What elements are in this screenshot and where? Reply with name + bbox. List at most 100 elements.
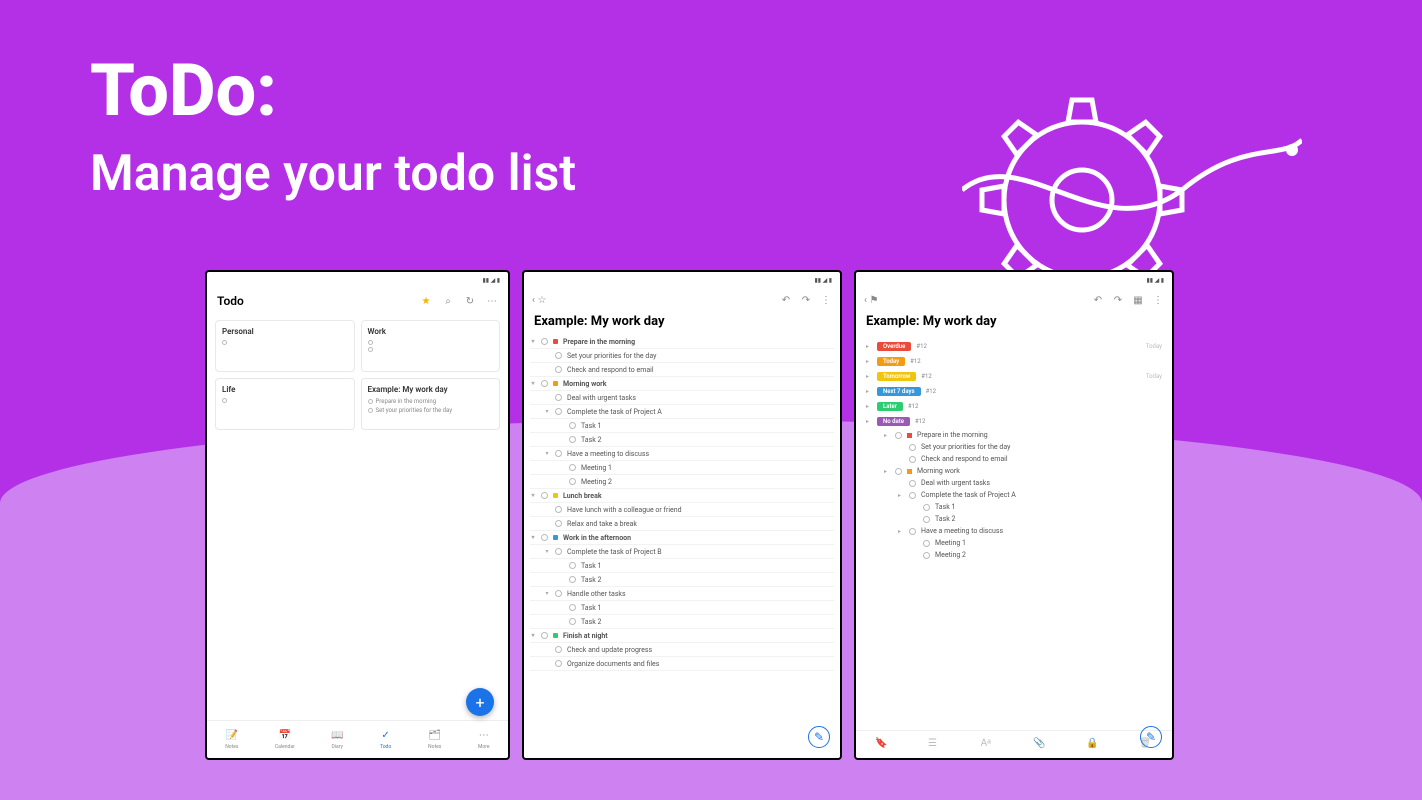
checkbox[interactable]	[555, 450, 562, 457]
back-icon[interactable]: ‹ ⚑	[864, 295, 878, 306]
todo-card[interactable]: Example: My work dayPrepare in the morni…	[361, 378, 501, 430]
task-row[interactable]: Task 2	[530, 573, 834, 587]
chevron-icon[interactable]: ▾	[544, 590, 550, 597]
priority-group[interactable]: ▸Next 7 days#12	[866, 384, 1162, 399]
checkbox[interactable]	[909, 444, 916, 451]
checkbox[interactable]	[923, 552, 930, 559]
search-icon[interactable]: ⌕	[442, 295, 454, 307]
task-row[interactable]: ▾Prepare in the morning	[530, 335, 834, 349]
task-row[interactable]: ▾Lunch break	[530, 489, 834, 503]
task-row[interactable]: ▾Work in the afternoon	[530, 531, 834, 545]
chevron-icon[interactable]: ▸	[866, 418, 872, 425]
redo-icon[interactable]: ↷	[1112, 294, 1124, 306]
checkbox[interactable]	[909, 480, 916, 487]
more-icon[interactable]: ⋯	[486, 295, 498, 307]
task-row[interactable]: Meeting 2	[866, 549, 1162, 561]
checkbox[interactable]	[555, 660, 562, 667]
task-row[interactable]: ▾Handle other tasks	[530, 587, 834, 601]
priority-group[interactable]: ▸No date#12	[866, 414, 1162, 429]
chevron-icon[interactable]: ▾	[544, 408, 550, 415]
task-row[interactable]: Task 1	[866, 501, 1162, 513]
chevron-icon[interactable]: ▸	[866, 343, 872, 350]
add-task-fab[interactable]: ✎	[808, 726, 830, 748]
checkbox[interactable]	[555, 394, 562, 401]
task-row[interactable]: Check and respond to email	[530, 363, 834, 377]
task-row[interactable]: Relax and take a break	[530, 517, 834, 531]
chevron-icon[interactable]: ▾	[530, 632, 536, 639]
checkbox[interactable]	[555, 548, 562, 555]
task-row[interactable]: ▾Complete the task of Project A	[530, 405, 834, 419]
task-row[interactable]: ▸Complete the task of Project A	[866, 489, 1162, 501]
nav-item[interactable]: 📅Calendar	[275, 730, 295, 750]
checkbox[interactable]	[555, 408, 562, 415]
priority-group[interactable]: ▸Today#12	[866, 354, 1162, 369]
task-row[interactable]: Meeting 1	[530, 461, 834, 475]
task-row[interactable]: ▾Finish at night	[530, 629, 834, 643]
checkbox[interactable]	[909, 492, 916, 499]
lock-icon[interactable]: 🔒	[1086, 738, 1100, 752]
checkbox[interactable]	[569, 478, 576, 485]
task-row[interactable]: ▸Morning work	[866, 465, 1162, 477]
nav-item[interactable]: ✓Todo	[380, 730, 392, 750]
attach-icon[interactable]: 📎	[1033, 738, 1047, 752]
chevron-icon[interactable]: ▸	[866, 403, 872, 410]
task-row[interactable]: ▸Prepare in the morning	[866, 429, 1162, 441]
add-fab[interactable]: +	[466, 688, 494, 716]
chevron-icon[interactable]: ▾	[530, 380, 536, 387]
back-icon[interactable]: ‹ ☆	[532, 295, 546, 306]
chevron-icon[interactable]: ▾	[544, 450, 550, 457]
chevron-icon[interactable]: ▾	[544, 548, 550, 555]
task-row[interactable]: ▸Have a meeting to discuss	[866, 525, 1162, 537]
chevron-icon[interactable]: ▾	[530, 492, 536, 499]
chevron-icon[interactable]: ▸	[866, 388, 872, 395]
star-icon[interactable]: ★	[420, 295, 432, 307]
list-icon[interactable]: ☰	[928, 738, 942, 752]
nav-item[interactable]: 🗂Notes	[428, 730, 441, 750]
chevron-icon[interactable]: ▾	[530, 534, 536, 541]
checkbox[interactable]	[895, 432, 902, 439]
checkbox[interactable]	[569, 618, 576, 625]
task-row[interactable]: Check and respond to email	[866, 453, 1162, 465]
checkbox[interactable]	[569, 436, 576, 443]
priority-group[interactable]: ▸Overdue#12Today	[866, 339, 1162, 354]
checkbox[interactable]	[541, 380, 548, 387]
chevron-icon[interactable]: ▸	[866, 358, 872, 365]
priority-group[interactable]: ▸Later#12	[866, 399, 1162, 414]
checkbox[interactable]	[569, 562, 576, 569]
task-row[interactable]: Task 1	[530, 419, 834, 433]
checkbox[interactable]	[541, 338, 548, 345]
checkbox[interactable]	[555, 646, 562, 653]
task-row[interactable]: Organize documents and files	[530, 657, 834, 671]
layout-icon[interactable]: ▦	[1132, 294, 1144, 306]
checkbox[interactable]	[569, 576, 576, 583]
nav-item[interactable]: 📝Notes	[225, 730, 238, 750]
todo-card[interactable]: Personal	[215, 320, 355, 372]
undo-icon[interactable]: ↶	[780, 294, 792, 306]
checkbox[interactable]	[541, 632, 548, 639]
checkbox[interactable]	[541, 492, 548, 499]
checkbox[interactable]	[555, 352, 562, 359]
nav-item[interactable]: ⋯More	[478, 730, 490, 750]
priority-group[interactable]: ▸Tomorrow#12Today	[866, 369, 1162, 384]
todo-card[interactable]: Life	[215, 378, 355, 430]
checkbox[interactable]	[569, 464, 576, 471]
task-row[interactable]: Task 1	[530, 601, 834, 615]
chevron-icon[interactable]: ▸	[884, 468, 890, 475]
task-row[interactable]: Check and update progress	[530, 643, 834, 657]
chevron-icon[interactable]: ▸	[866, 373, 872, 380]
todo-card[interactable]: Work	[361, 320, 501, 372]
checkbox[interactable]	[555, 506, 562, 513]
checkbox[interactable]	[923, 504, 930, 511]
more-icon[interactable]: ⋮	[1152, 294, 1164, 306]
task-row[interactable]: Meeting 1	[866, 537, 1162, 549]
task-row[interactable]: ▾Complete the task of Project B	[530, 545, 834, 559]
task-row[interactable]: ▾Morning work	[530, 377, 834, 391]
checkbox[interactable]	[569, 422, 576, 429]
chevron-icon[interactable]: ▸	[898, 528, 904, 535]
checkbox[interactable]	[909, 456, 916, 463]
checkbox[interactable]	[895, 468, 902, 475]
undo-icon[interactable]: ↶	[1092, 294, 1104, 306]
task-row[interactable]: ▾Have a meeting to discuss	[530, 447, 834, 461]
task-row[interactable]: Have lunch with a colleague or friend	[530, 503, 834, 517]
nav-item[interactable]: 📖Diary	[331, 730, 343, 750]
